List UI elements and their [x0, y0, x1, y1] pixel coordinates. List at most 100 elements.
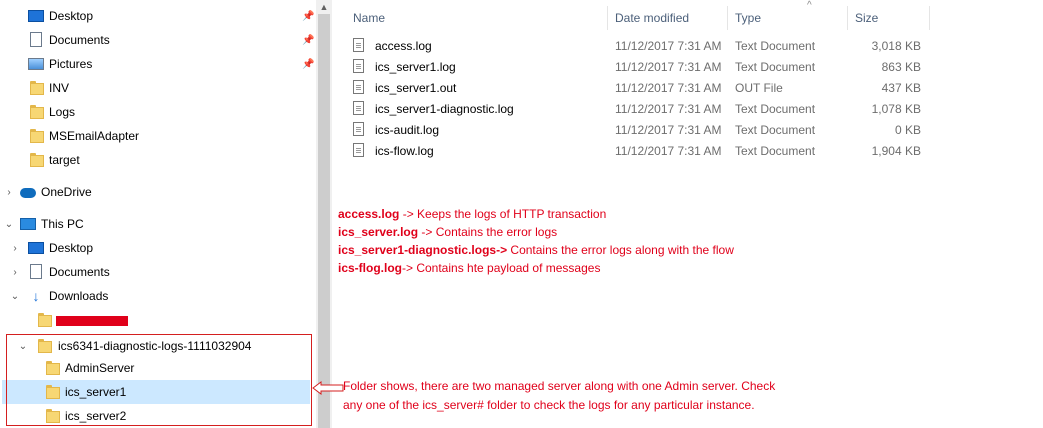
- nav-item-label: Pictures: [49, 57, 93, 71]
- folder-note-line-1: Folder shows, there are two managed serv…: [343, 379, 776, 393]
- file-date: 11/12/2017 7:31 AM: [615, 144, 722, 158]
- pin-icon[interactable]: 📌: [302, 59, 314, 71]
- file-name: ics_server1.out: [375, 81, 457, 95]
- file-name: ics-flow.log: [375, 144, 434, 158]
- nav-item-label: Desktop: [49, 241, 94, 255]
- column-header-date[interactable]: Date modified: [615, 6, 689, 30]
- chevron-right-icon[interactable]: ›: [10, 267, 20, 278]
- column-header-size[interactable]: Size: [855, 6, 878, 30]
- nav-item-this-pc[interactable]: ⌄ This PC: [0, 212, 316, 236]
- folder-icon: [30, 81, 46, 97]
- folder-icon: [30, 129, 46, 145]
- file-icon: [353, 80, 364, 94]
- file-type: Text Document: [735, 123, 816, 137]
- nav-item-documents-quick[interactable]: Documents 📌: [0, 28, 316, 52]
- file-row[interactable]: ics_server1.out 11/12/2017 7:31 AM OUT F…: [353, 78, 923, 99]
- file-size: 1,904 KB: [871, 144, 921, 158]
- pin-icon[interactable]: 📌: [302, 35, 314, 47]
- nav-item-onedrive[interactable]: › OneDrive: [0, 180, 316, 204]
- text-file-icon: [353, 122, 364, 136]
- downloads-arrow-icon: ↓: [32, 288, 40, 304]
- file-size: 437 KB: [881, 81, 921, 95]
- nav-item-label: Downloads: [49, 289, 109, 303]
- file-row[interactable]: ics_server1.log 11/12/2017 7:31 AM Text …: [353, 57, 923, 78]
- pictures-icon: [28, 58, 44, 72]
- nav-scrollbar-thumb[interactable]: [318, 14, 330, 428]
- folder-icon: [30, 105, 46, 121]
- nav-item-label: target: [49, 153, 80, 167]
- folder-note-line-2: any one of the ics_server# folder to che…: [343, 398, 755, 412]
- file-type: OUT File: [735, 81, 783, 95]
- text-file-icon: [353, 59, 364, 73]
- file-size: 1,078 KB: [871, 102, 921, 116]
- text-file-icon: [353, 38, 364, 52]
- folder-icon: [30, 153, 46, 169]
- navigation-pane: Desktop 📌 Documents 📌 Pictures 📌 INV Log…: [0, 0, 316, 428]
- nav-item-downloads[interactable]: ⌄ ↓ Downloads: [0, 284, 316, 308]
- nav-item-label: Documents: [49, 33, 110, 47]
- nav-item-desktop-quick[interactable]: Desktop 📌: [0, 4, 316, 28]
- annotation-line: ics_server1-diagnostic.logs-> Contains t…: [338, 243, 734, 257]
- file-date: 11/12/2017 7:31 AM: [615, 102, 722, 116]
- nav-item-redacted-folder[interactable]: [0, 308, 316, 332]
- file-type: Text Document: [735, 60, 816, 74]
- sort-caret-icon[interactable]: ^: [807, 0, 817, 11]
- highlight-box: [6, 334, 312, 426]
- file-type: Text Document: [735, 39, 816, 53]
- nav-item-logs[interactable]: Logs: [0, 100, 316, 124]
- onedrive-cloud-icon: [20, 188, 36, 202]
- annotation-line: access.log -> Keeps the logs of HTTP tra…: [338, 207, 607, 221]
- nav-item-msemailadapter[interactable]: MSEmailAdapter: [0, 124, 316, 148]
- nav-item-label: Desktop: [49, 9, 94, 23]
- desktop-icon: [28, 242, 44, 256]
- redaction-bar: [56, 316, 128, 326]
- file-size: 863 KB: [881, 60, 921, 74]
- file-type: Text Document: [735, 144, 816, 158]
- file-type: Text Document: [735, 102, 816, 116]
- nav-item-target[interactable]: target: [0, 148, 316, 172]
- column-header-name[interactable]: Name: [353, 6, 385, 30]
- file-row[interactable]: ics_server1-diagnostic.log 11/12/2017 7:…: [353, 99, 923, 120]
- column-divider[interactable]: [929, 6, 930, 30]
- nav-item-label: INV: [49, 81, 70, 95]
- file-name: ics_server1-diagnostic.log: [375, 102, 514, 116]
- file-row[interactable]: ics-audit.log 11/12/2017 7:31 AM Text Do…: [353, 120, 923, 141]
- column-divider[interactable]: [607, 6, 608, 30]
- pin-icon[interactable]: 📌: [302, 11, 314, 23]
- column-header-type[interactable]: Type: [735, 6, 761, 30]
- file-date: 11/12/2017 7:31 AM: [615, 123, 722, 137]
- file-date: 11/12/2017 7:31 AM: [615, 60, 722, 74]
- annotation-line: ics-flog.log-> Contains hte payload of m…: [338, 261, 601, 275]
- file-row[interactable]: ics-flow.log 11/12/2017 7:31 AM Text Doc…: [353, 141, 923, 162]
- annotation-line: ics_server.log -> Contains the error log…: [338, 225, 558, 239]
- nav-item-desktop-pc[interactable]: › Desktop: [0, 236, 316, 260]
- nav-item-label: Logs: [49, 105, 76, 119]
- nav-item-inv[interactable]: INV: [0, 76, 316, 100]
- documents-icon: [30, 32, 46, 47]
- nav-item-documents-pc[interactable]: › Documents: [0, 260, 316, 284]
- file-date: 11/12/2017 7:31 AM: [615, 39, 722, 53]
- file-name: access.log: [375, 39, 432, 53]
- file-name: ics-audit.log: [375, 123, 440, 137]
- column-divider[interactable]: [727, 6, 728, 30]
- file-size: 0 KB: [894, 123, 921, 137]
- nav-item-label: Documents: [49, 265, 110, 279]
- file-size: 3,018 KB: [871, 39, 921, 53]
- text-file-icon: [353, 143, 364, 157]
- documents-icon: [30, 264, 46, 279]
- nav-item-pictures-quick[interactable]: Pictures 📌: [0, 52, 316, 76]
- chevron-right-icon[interactable]: ›: [4, 187, 14, 198]
- chevron-down-icon[interactable]: ⌄: [4, 219, 14, 230]
- file-row[interactable]: access.log 11/12/2017 7:31 AM Text Docum…: [353, 36, 923, 57]
- folder-icon: [38, 313, 54, 329]
- file-date: 11/12/2017 7:31 AM: [615, 81, 722, 95]
- text-file-icon: [353, 101, 364, 115]
- scroll-up-arrow-icon[interactable]: ▲: [316, 0, 332, 14]
- nav-item-label: OneDrive: [41, 185, 92, 199]
- nav-item-label: This PC: [41, 217, 84, 231]
- nav-item-label: MSEmailAdapter: [49, 129, 140, 143]
- chevron-right-icon[interactable]: ›: [10, 243, 20, 254]
- chevron-down-icon[interactable]: ⌄: [10, 291, 20, 302]
- column-divider[interactable]: [847, 6, 848, 30]
- desktop-icon: [28, 10, 44, 24]
